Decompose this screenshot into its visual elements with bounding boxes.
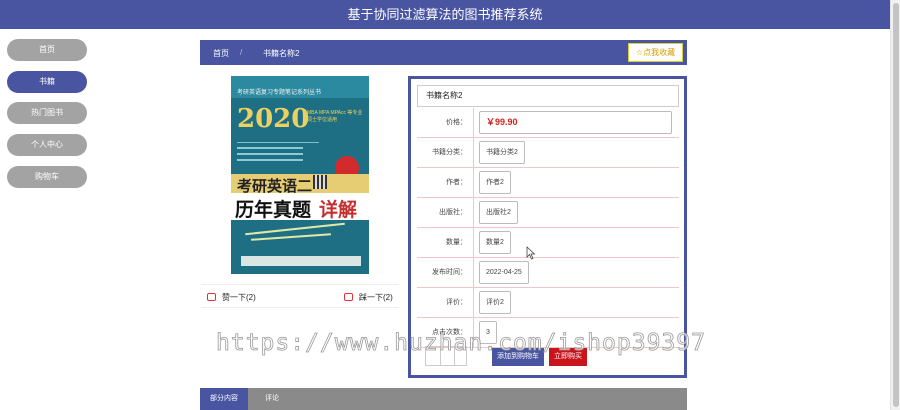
field-row-publish-date: 发布时间： 2022-04-25 xyxy=(417,258,679,288)
quantity-value: 数量2 xyxy=(479,231,511,254)
book-cover-image: 考研英语复习专题笔记系列丛书 2020 MBA MPA MPAcc 等专业硕士学… xyxy=(231,76,369,274)
field-row-price: 价格： ￥99.90 xyxy=(417,108,679,138)
page-header: 基于协同过滤算法的图书推荐系统 xyxy=(0,0,890,29)
field-row-author: 作者： 作者2 xyxy=(417,168,679,198)
field-label: 价格： xyxy=(417,108,474,137)
sidebar-item-home[interactable]: 首页 xyxy=(7,39,87,61)
cover-year: 2020 xyxy=(237,104,310,134)
scrollbar-thumb[interactable] xyxy=(893,3,899,407)
author-value: 作者2 xyxy=(479,171,511,194)
like-label: 赞一下(2) xyxy=(222,293,256,302)
thumbs-up-icon xyxy=(207,293,216,301)
mouse-cursor-icon xyxy=(526,246,536,260)
breadcrumb-separator: / xyxy=(240,48,243,57)
book-name: 书籍名称2 xyxy=(417,85,679,107)
breadcrumb: 首页 / 书籍名称2 xyxy=(200,40,687,65)
like-button[interactable]: 赞一下(2) xyxy=(207,292,256,303)
field-label: 发布时间： xyxy=(417,258,474,287)
rating-value: 评价2 xyxy=(479,291,511,314)
field-label: 数量： xyxy=(417,228,474,257)
field-row-category: 书籍分类： 书籍分类2 xyxy=(417,138,679,168)
sidebar-item-label: 首页 xyxy=(39,45,55,54)
sidebar-item-cart[interactable]: 购物车 xyxy=(7,166,87,188)
field-label: 评价： xyxy=(417,288,474,317)
cover-blurb xyxy=(237,142,319,172)
sidebar-item-hot-books[interactable]: 热门图书 xyxy=(7,102,87,124)
sidebar-item-label: 个人中心 xyxy=(31,140,63,149)
cover-series: 考研英语复习专题笔记系列丛书 xyxy=(237,90,322,96)
app-title: 基于协同过滤算法的图书推荐系统 xyxy=(347,7,543,22)
field-label: 书籍分类： xyxy=(417,138,474,167)
content-tabs: 部分内容 评论 xyxy=(200,388,687,410)
dislike-button[interactable]: 踩一下(2) xyxy=(344,292,393,303)
sidebar-item-books[interactable]: 书籍 xyxy=(7,71,87,93)
breadcrumb-home-link[interactable]: 首页 xyxy=(213,48,229,59)
price-value: ￥99.90 xyxy=(479,111,672,134)
publish-date-value: 2022-04-25 xyxy=(479,261,529,284)
cover-publisher-strip xyxy=(241,256,361,266)
breadcrumb-current: 书籍名称2 xyxy=(263,49,300,58)
favorite-button[interactable]: ☆点我收藏 xyxy=(628,43,683,62)
sidebar-item-label: 购物车 xyxy=(35,172,59,181)
tab-comments[interactable]: 评论 xyxy=(252,388,292,410)
field-row-rating: 评价： 评价2 xyxy=(417,288,679,318)
field-label: 出版社： xyxy=(417,198,474,227)
qr-code-icon xyxy=(313,175,327,189)
cover-year-note: MBA MPA MPAcc 等专业硕士学位适用 xyxy=(307,110,363,123)
watermark-text: https://www.huzhan.com/ishop39397 xyxy=(216,330,706,357)
field-row-quantity: 数量： 数量2 xyxy=(417,228,679,258)
cover-handwriting-2 xyxy=(251,233,331,241)
tab-partial-content[interactable]: 部分内容 xyxy=(200,388,248,410)
field-row-publisher: 出版社： 出版社2 xyxy=(417,198,679,228)
category-value: 书籍分类2 xyxy=(479,141,525,164)
cover-title-accent: 详解 xyxy=(319,199,358,221)
vertical-scrollbar[interactable] xyxy=(890,0,900,410)
vote-row: 赞一下(2) 踩一下(2) xyxy=(201,284,399,308)
cover-title-main: 历年真题 xyxy=(235,199,312,221)
sidebar-item-label: 书籍 xyxy=(39,77,55,86)
publisher-value: 出版社2 xyxy=(479,201,518,224)
field-label: 作者： xyxy=(417,168,474,197)
thumbs-down-icon xyxy=(344,293,353,301)
sidebar-item-label: 热门图书 xyxy=(31,108,63,117)
dislike-label: 踩一下(2) xyxy=(359,293,393,302)
sidebar-item-profile[interactable]: 个人中心 xyxy=(7,134,87,156)
